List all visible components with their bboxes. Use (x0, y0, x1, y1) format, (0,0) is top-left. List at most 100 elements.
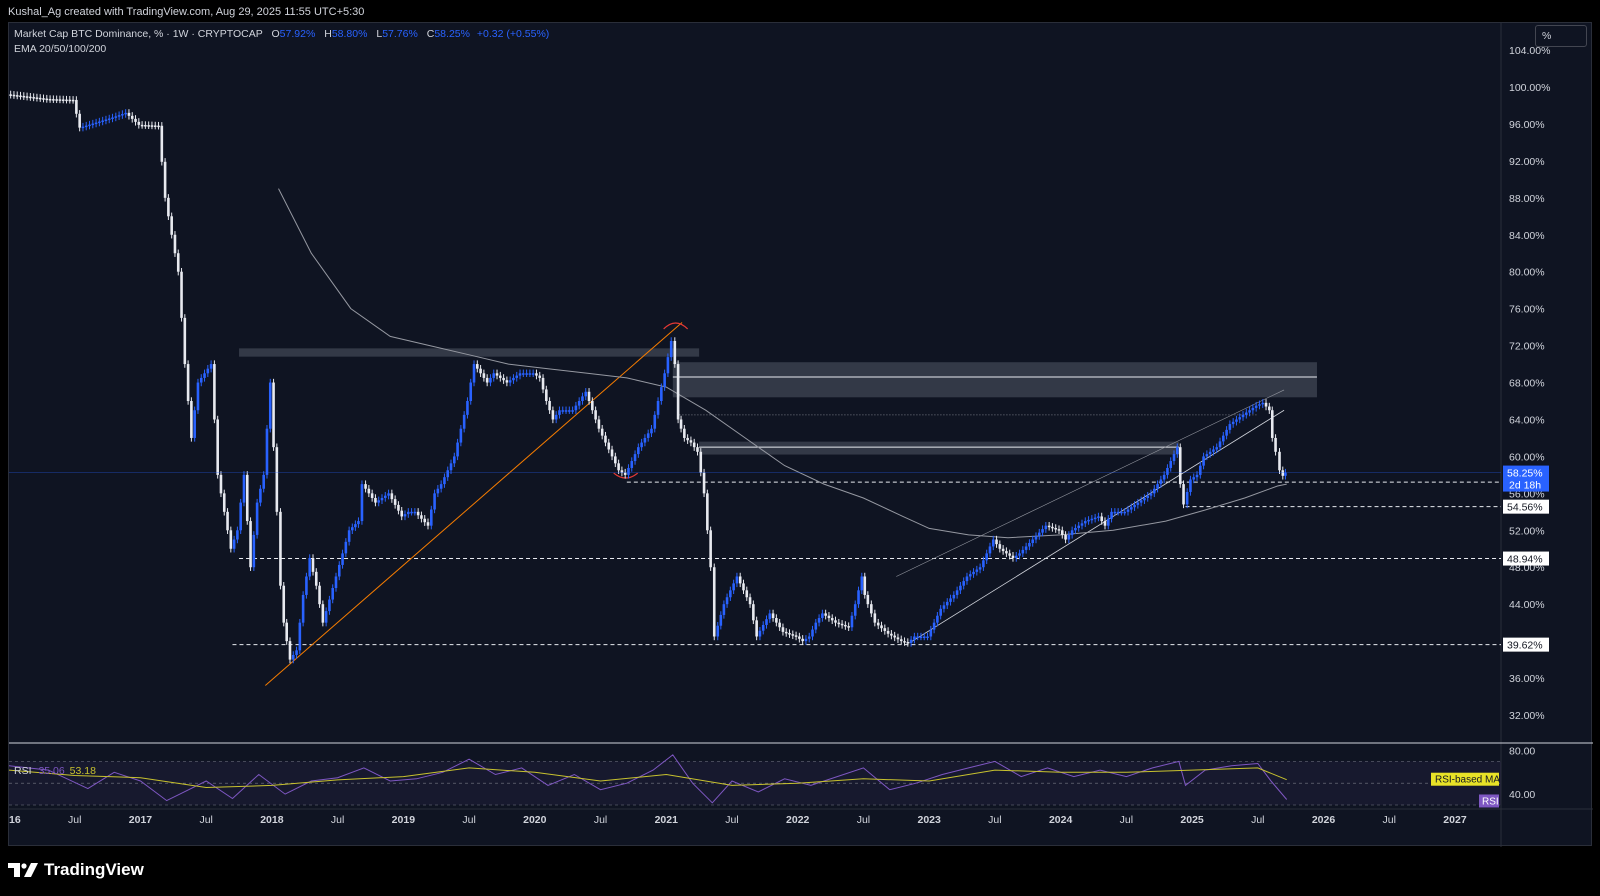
candle-body (68, 99, 72, 102)
candle-body (597, 419, 601, 429)
candle-body (827, 615, 831, 619)
x-tick-label: Jul (1383, 814, 1396, 826)
price-chart[interactable]: 104.00%100.00%96.00%92.00%88.00%84.00%80… (0, 23, 1593, 847)
y-tick-label: 92.00% (1509, 156, 1545, 168)
x-tick-label: Jul (1120, 814, 1133, 826)
candle-body (222, 493, 226, 512)
close-value: 58.25% (434, 28, 470, 40)
candle-body (1182, 484, 1185, 505)
candle-body (1218, 441, 1222, 448)
chart-frame[interactable]: 104.00% 100.00% 96.00% 92.00% 88.00% 84.00% 80… (0, 22, 1593, 847)
candle-body (242, 474, 246, 503)
candle-body (591, 401, 594, 411)
y-tick-label: 96.00% (1509, 119, 1545, 131)
candle-body (988, 546, 992, 554)
candle-body (1175, 447, 1179, 455)
candle-body (1258, 404, 1261, 406)
rsi-value: 35.06 (38, 765, 65, 777)
tradingview-logo[interactable]: TradingView (8, 860, 144, 880)
candle-body (452, 456, 456, 464)
candle-body (406, 511, 410, 515)
candle-body (1001, 548, 1005, 552)
candle-body (1100, 516, 1104, 522)
candle-body (752, 604, 755, 621)
percent-scale-button[interactable]: % (1535, 25, 1587, 47)
candle-body (817, 618, 821, 623)
candle-body (1113, 511, 1117, 514)
candle-body (982, 560, 985, 568)
candle-body (722, 604, 726, 615)
candle-body (403, 514, 407, 517)
resistance-zone-0 (239, 348, 700, 357)
candle-body (617, 463, 620, 471)
candle-body (186, 364, 190, 401)
candle-body (538, 375, 542, 378)
candle-body (916, 636, 919, 638)
y-tick-label: 88.00% (1509, 193, 1545, 205)
candle-body (870, 604, 873, 614)
candle-body (334, 576, 338, 589)
candle-body (968, 574, 972, 577)
candle-body (61, 99, 65, 101)
candle-body (380, 497, 384, 501)
x-tick-label: Jul (199, 814, 212, 826)
candle-body (449, 463, 453, 471)
candle-body (433, 493, 436, 510)
candle-body (791, 634, 795, 636)
candle-body (1018, 553, 1021, 556)
candle-body (719, 614, 723, 626)
candle-body (1077, 525, 1081, 528)
candle-body (160, 125, 164, 162)
x-tick-label: Jul (725, 814, 738, 826)
x-tick-label: 2017 (129, 814, 153, 826)
candle-body (623, 472, 627, 475)
candle-body (443, 477, 446, 485)
candle-body (331, 588, 335, 600)
candle-body (866, 594, 870, 605)
candle-body (252, 534, 256, 568)
candle-body (1284, 472, 1287, 476)
candle-body (755, 620, 758, 637)
candle-body (794, 635, 798, 637)
candle-body (58, 99, 62, 101)
candle-body (196, 382, 200, 411)
candle-body (374, 497, 377, 503)
high-value: 58.80% (331, 28, 368, 40)
candle-body (637, 447, 640, 455)
candle-body (610, 449, 614, 457)
candle-body (926, 636, 929, 638)
y-tick-label: 72.00% (1509, 341, 1545, 353)
candle-body (1047, 525, 1051, 528)
candle-body (748, 597, 752, 605)
rsi-legend[interactable]: RSI 35.06 53.18 (14, 765, 96, 777)
candle-body (1051, 526, 1054, 529)
x-tick-label: 2018 (260, 814, 284, 826)
candle-body (568, 410, 571, 412)
candle-body (476, 364, 479, 369)
candle-body (814, 622, 818, 630)
candle-body (955, 590, 959, 595)
candle-body (798, 636, 801, 639)
candle-body (298, 622, 302, 651)
candle-body (314, 571, 318, 586)
candle-body (972, 571, 975, 575)
candle-body (1198, 465, 1202, 475)
tradingview-logo-icon (8, 863, 38, 877)
candle-body (176, 253, 180, 272)
y-tick-label: 84.00% (1509, 230, 1545, 242)
candle-body (1235, 419, 1238, 422)
candle-body (232, 539, 236, 549)
candle-body (683, 428, 686, 438)
candle-body (229, 530, 233, 549)
candle-body (321, 604, 325, 623)
x-tick-label: 2022 (786, 814, 810, 826)
change-value: +0.32 (+0.55%) (476, 28, 550, 40)
candle-body (1090, 518, 1094, 521)
indicator-legend[interactable]: EMA 20/50/100/200 (14, 43, 106, 55)
candle-body (144, 125, 147, 127)
candle-body (922, 636, 926, 638)
candle-body (942, 605, 946, 609)
candle-body (1185, 491, 1189, 505)
candle-body (669, 340, 673, 358)
candle-body (1274, 437, 1277, 452)
